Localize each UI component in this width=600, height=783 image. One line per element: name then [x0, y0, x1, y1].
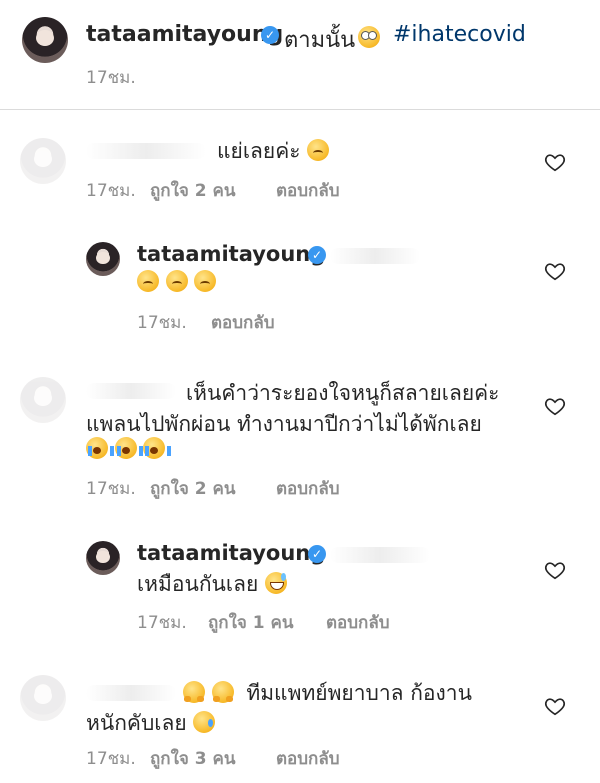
pensive-face-emoji-icon: [194, 270, 217, 292]
loudly-crying-face-emoji-icon: [86, 437, 114, 459]
reply-1-mention-redacted: [330, 248, 420, 264]
comment-2-timestamp: 17ชม.: [86, 479, 136, 499]
verified-badge-icon: ✓: [261, 26, 279, 44]
comment-2-username-redacted: [86, 383, 176, 399]
comment-2-avatar[interactable]: [20, 377, 66, 423]
comment-1-text: แย่เลยค่ะ: [217, 135, 330, 168]
reply-2-like-heart-icon[interactable]: [544, 559, 566, 581]
comment-3-text-line-2: หนักคับเลย: [86, 707, 216, 740]
reply-1-author-avatar[interactable]: [86, 242, 120, 276]
comment-2-reply-button[interactable]: ตอบกลับ: [276, 475, 340, 502]
comment-3-text-line-1: ทีมแพทย์พยาบาล ก้องาน: [183, 677, 472, 710]
comment-1-likes[interactable]: ถูกใจ 2 คน: [150, 177, 236, 204]
comment-2-emojis: [86, 437, 172, 461]
reply-2-likes[interactable]: ถูกใจ 1 คน: [208, 609, 294, 636]
comment-3-timestamp: 17ชม.: [86, 749, 136, 769]
hugging-face-emoji-icon: [183, 681, 205, 703]
comment-2-text-line-1: เห็นคำว่าระยองใจหนูก็สลายเลยค่ะ: [186, 381, 500, 405]
verified-badge-icon: ✓: [308, 545, 326, 563]
reply-1-like-heart-icon[interactable]: [544, 260, 566, 282]
reply-2-text: เหมือนกันเลย: [137, 568, 287, 601]
comment-1-avatar[interactable]: [20, 138, 66, 184]
sad-but-relieved-face-emoji-icon: [193, 711, 216, 733]
verified-badge-icon: ✓: [308, 246, 326, 264]
loudly-crying-face-emoji-icon: [114, 437, 143, 459]
comment-3-username-redacted: [86, 685, 176, 701]
reply-2-author-avatar[interactable]: [86, 541, 120, 575]
comment-2-like-heart-icon[interactable]: [544, 395, 566, 417]
comment-3-reply-button[interactable]: ตอบกลับ: [276, 745, 340, 772]
reply-1-timestamp: 17ชม.: [137, 313, 187, 333]
reply-1-username[interactable]: tataamitayoung: [137, 242, 325, 266]
post-timestamp: 17ชม.: [86, 68, 136, 88]
comment-1-reply-button[interactable]: ตอบกลับ: [276, 177, 340, 204]
reply-1-reply-button[interactable]: ตอบกลับ: [211, 309, 275, 336]
comment-3-like-heart-icon[interactable]: [544, 695, 566, 717]
loudly-crying-face-emoji-icon: [143, 437, 172, 459]
post-caption: ตามนั้น: [284, 28, 356, 53]
reply-2-username[interactable]: tataamitayoung: [137, 541, 325, 565]
comment-1-username-redacted: [86, 143, 206, 159]
reply-2-mention-redacted: [330, 547, 430, 563]
hugging-face-emoji-icon: [211, 681, 234, 703]
post-author-username[interactable]: tataamitayoung: [86, 22, 283, 47]
pensive-face-emoji-icon: [137, 270, 159, 292]
face-with-rolling-eyes-emoji-icon: [358, 26, 380, 48]
post-hashtag-link[interactable]: #ihatecovid: [393, 22, 526, 47]
comment-3-avatar[interactable]: [20, 675, 66, 721]
reply-1-text: [137, 270, 217, 294]
comment-2-likes[interactable]: ถูกใจ 2 คน: [150, 475, 236, 502]
post-author-avatar[interactable]: [22, 17, 68, 63]
comment-3-likes[interactable]: ถูกใจ 3 คน: [150, 745, 236, 772]
grinning-face-with-sweat-emoji-icon: [264, 572, 287, 594]
post-comments-divider: [0, 109, 600, 110]
reply-2-timestamp: 17ชม.: [137, 613, 187, 633]
comment-1-like-heart-icon[interactable]: [544, 151, 566, 173]
pensive-face-emoji-icon: [165, 270, 188, 292]
reply-2-reply-button[interactable]: ตอบกลับ: [326, 609, 390, 636]
comment-1-timestamp: 17ชม.: [86, 181, 136, 201]
disappointed-face-emoji-icon: [307, 139, 330, 161]
